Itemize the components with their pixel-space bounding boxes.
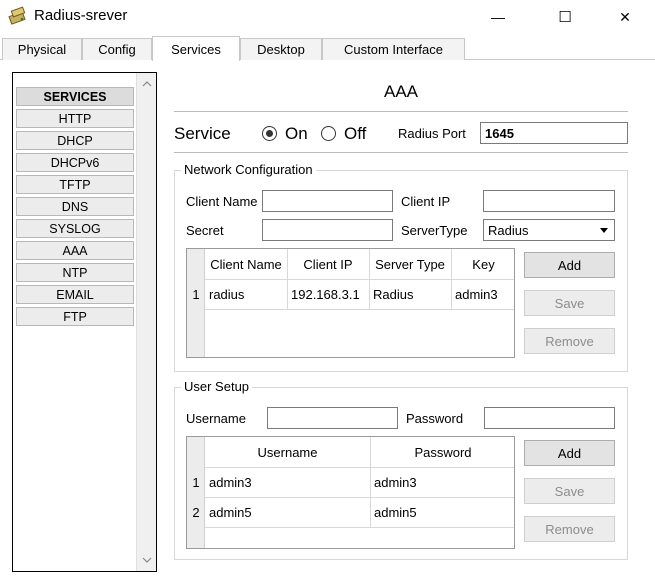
minimize-button[interactable]: — bbox=[478, 4, 518, 30]
sidebar-header-services: SERVICES bbox=[16, 87, 134, 106]
user-save-button[interactable]: Save bbox=[524, 478, 615, 504]
client-row-key[interactable]: admin3 bbox=[455, 279, 514, 309]
sidebar-item-ntp[interactable]: NTP bbox=[16, 263, 134, 282]
column-header-server-type[interactable]: Server Type bbox=[369, 249, 451, 279]
client-name-label: Client Name bbox=[186, 194, 258, 209]
username-input[interactable] bbox=[267, 407, 398, 429]
user-table-row-divider bbox=[205, 527, 514, 528]
tab-physical[interactable]: Physical bbox=[2, 38, 82, 60]
column-header-client-name[interactable]: Client Name bbox=[205, 249, 287, 279]
service-off-radio[interactable] bbox=[321, 126, 336, 141]
sidebar-item-dhcp[interactable]: DHCP bbox=[16, 131, 134, 150]
client-ip-input[interactable] bbox=[483, 190, 615, 212]
user-row-username[interactable]: admin5 bbox=[209, 497, 370, 527]
radius-port-input[interactable] bbox=[480, 122, 628, 144]
sidebar-scrollbar[interactable] bbox=[136, 73, 156, 571]
column-header-password[interactable]: Password bbox=[370, 437, 514, 467]
title-bar: Radius-srever — ☐ ✕ bbox=[0, 0, 655, 34]
client-name-input[interactable] bbox=[262, 190, 393, 212]
maximize-icon: ☐ bbox=[558, 9, 572, 26]
client-save-button[interactable]: Save bbox=[524, 290, 615, 316]
sidebar-item-dns[interactable]: DNS bbox=[16, 197, 134, 216]
user-table: Username Password 1 admin3 admin3 2 admi… bbox=[186, 436, 515, 549]
user-row-password[interactable]: admin5 bbox=[374, 497, 514, 527]
secret-input[interactable] bbox=[262, 219, 393, 241]
secret-label: Secret bbox=[186, 223, 224, 238]
client-table: Client Name Client IP Server Type Key 1 … bbox=[186, 248, 515, 358]
tab-desktop[interactable]: Desktop bbox=[240, 38, 322, 60]
scroll-down-icon[interactable] bbox=[137, 551, 157, 569]
column-header-client-ip[interactable]: Client IP bbox=[287, 249, 369, 279]
client-add-button[interactable]: Add bbox=[524, 252, 615, 278]
password-input[interactable] bbox=[484, 407, 615, 429]
client-table-row-divider bbox=[205, 309, 514, 310]
password-label: Password bbox=[406, 411, 464, 426]
sidebar-item-http[interactable]: HTTP bbox=[16, 109, 134, 128]
service-divider bbox=[174, 152, 628, 153]
server-type-value: Radius bbox=[488, 222, 529, 238]
server-type-label: ServerType bbox=[401, 223, 468, 238]
scroll-up-icon[interactable] bbox=[137, 75, 157, 93]
user-row-password[interactable]: admin3 bbox=[374, 467, 514, 497]
radius-port-label: Radius Port bbox=[398, 126, 466, 141]
column-header-key[interactable]: Key bbox=[451, 249, 514, 279]
tab-custom-interface[interactable]: Custom Interface bbox=[322, 38, 465, 60]
network-configuration-legend: Network Configuration bbox=[181, 162, 316, 177]
client-remove-button[interactable]: Remove bbox=[524, 328, 615, 354]
service-on-label[interactable]: On bbox=[285, 124, 308, 144]
table-row-number: 1 bbox=[192, 286, 200, 302]
sidebar-item-ftp[interactable]: FTP bbox=[16, 307, 134, 326]
services-content: SERVICES HTTP DHCP DHCPv6 TFTP DNS SYSLO… bbox=[0, 60, 655, 582]
tab-services[interactable]: Services bbox=[152, 36, 240, 61]
server-type-select[interactable]: Radius bbox=[483, 219, 615, 241]
client-row-server-type[interactable]: Radius bbox=[373, 279, 451, 309]
sidebar-item-email[interactable]: EMAIL bbox=[16, 285, 134, 304]
username-label: Username bbox=[186, 411, 246, 426]
column-header-username[interactable]: Username bbox=[205, 437, 370, 467]
sidebar-item-dhcpv6[interactable]: DHCPv6 bbox=[16, 153, 134, 172]
client-ip-label: Client IP bbox=[401, 194, 451, 209]
chevron-down-icon bbox=[600, 228, 608, 233]
table-row-number: 1 bbox=[192, 474, 200, 490]
tab-bar: Physical Config Services Desktop Custom … bbox=[0, 36, 655, 61]
user-row-username[interactable]: admin3 bbox=[209, 467, 370, 497]
sidebar-item-tftp[interactable]: TFTP bbox=[16, 175, 134, 194]
maximize-button[interactable]: ☐ bbox=[545, 4, 585, 30]
user-add-button[interactable]: Add bbox=[524, 440, 615, 466]
services-sidebar: SERVICES HTTP DHCP DHCPv6 TFTP DNS SYSLO… bbox=[12, 72, 157, 572]
service-on-radio[interactable] bbox=[262, 126, 277, 141]
table-row-number: 2 bbox=[192, 504, 200, 520]
close-button[interactable]: ✕ bbox=[605, 4, 645, 30]
service-off-label[interactable]: Off bbox=[344, 124, 366, 144]
client-row-client-ip[interactable]: 192.168.3.1 bbox=[291, 279, 369, 309]
minimize-icon: — bbox=[491, 9, 505, 25]
window-title: Radius-srever bbox=[34, 7, 128, 24]
tab-config[interactable]: Config bbox=[82, 38, 152, 60]
sidebar-item-syslog[interactable]: SYSLOG bbox=[16, 219, 134, 238]
service-label: Service bbox=[174, 124, 231, 143]
close-icon: ✕ bbox=[619, 8, 631, 25]
server-app-icon bbox=[8, 6, 28, 26]
panel-title: AAA bbox=[383, 82, 419, 101]
user-remove-button[interactable]: Remove bbox=[524, 516, 615, 542]
client-row-client-name[interactable]: radius bbox=[209, 279, 287, 309]
title-divider bbox=[174, 111, 628, 112]
user-setup-legend: User Setup bbox=[181, 379, 253, 394]
sidebar-item-aaa[interactable]: AAA bbox=[16, 241, 134, 260]
